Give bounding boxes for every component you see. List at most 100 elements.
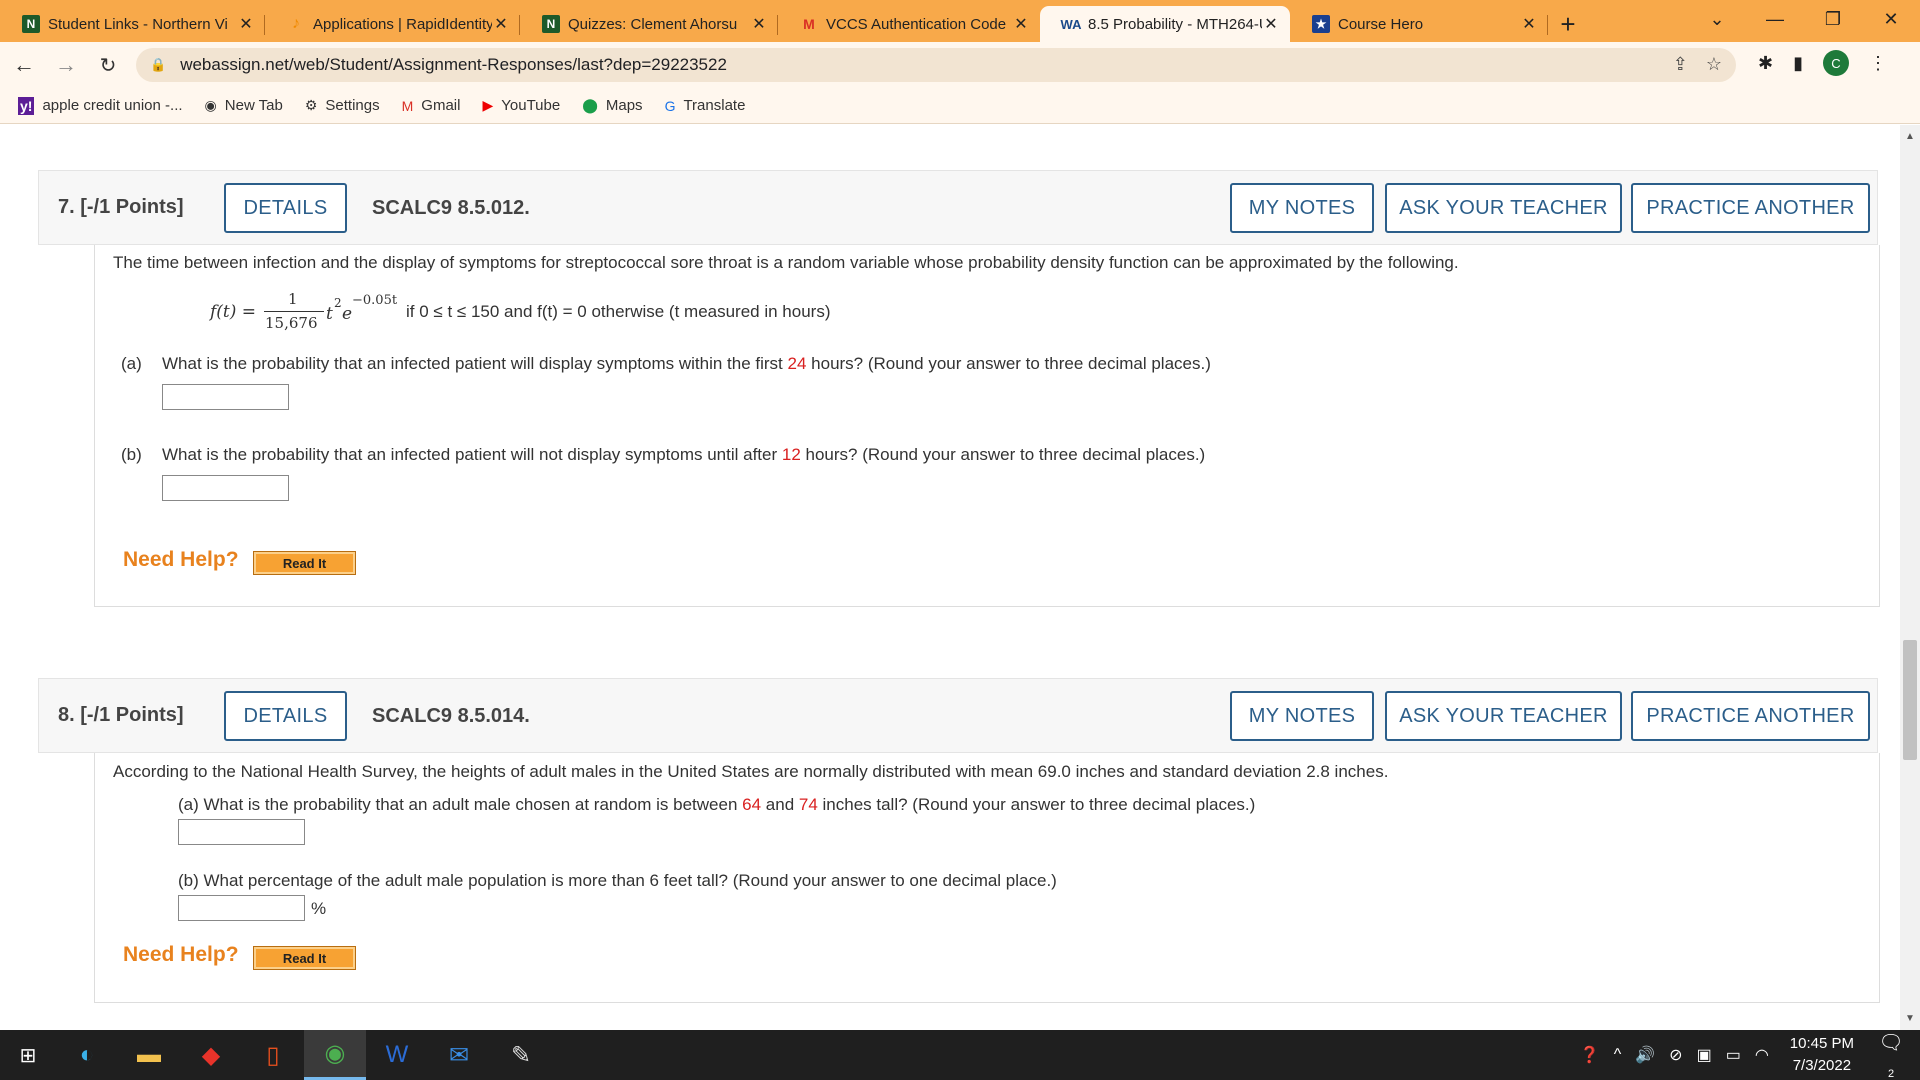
globe-icon: ◉ bbox=[204, 97, 217, 113]
tab-course-hero[interactable]: ★ Course Hero ✕ bbox=[1290, 6, 1548, 42]
clock[interactable]: 10:45 PM 7/3/2022 bbox=[1790, 1033, 1854, 1077]
windows-taskbar: ⊞ ◐ ▬ ◆ ▯ ◉ W ✉ ✎ ❓ ^ 🔊 ⊘ ▣ ▭ ◠ 10:45 PM… bbox=[0, 1030, 1920, 1080]
practice-another-button[interactable]: PRACTICE ANOTHER bbox=[1631, 183, 1870, 233]
bookmarks-bar: y! apple credit union -... ◉ New Tab ⚙ S… bbox=[0, 88, 1920, 124]
url-text[interactable]: webassign.net/web/Student/Assignment-Res… bbox=[180, 55, 727, 75]
bookmark-label: Gmail bbox=[421, 97, 461, 114]
close-icon[interactable]: ✕ bbox=[1262, 14, 1280, 34]
details-button[interactable]: DETAILS bbox=[224, 183, 347, 233]
file-explorer-icon[interactable]: ▬ bbox=[118, 1030, 180, 1080]
assignment-page: 7. [-/1 Points] DETAILS SCALC9 8.5.012. … bbox=[0, 125, 1900, 1030]
part-a-value: 24 bbox=[787, 354, 807, 373]
edge-icon[interactable]: ◐ bbox=[56, 1030, 118, 1080]
windows-start-icon[interactable]: ⊞ bbox=[0, 1030, 56, 1080]
tab-student-links[interactable]: N Student Links - Northern Vi ✕ bbox=[0, 6, 265, 42]
question-7-part-a: What is the probability that an infected… bbox=[162, 354, 1211, 374]
bookmark-gmail[interactable]: M Gmail bbox=[402, 97, 461, 114]
show-hidden-chevron-icon[interactable]: ^ bbox=[1614, 1046, 1622, 1064]
forward-arrow-icon[interactable]: → bbox=[48, 47, 84, 83]
tab-probability-active[interactable]: WA 8.5 Probability - MTH264-U ✕ bbox=[1040, 6, 1290, 42]
tab-title: Student Links - Northern Vi bbox=[48, 15, 228, 33]
back-arrow-icon[interactable]: ← bbox=[6, 47, 42, 83]
clock-time: 10:45 PM bbox=[1789, 1035, 1854, 1052]
display-icon[interactable]: ▣ bbox=[1697, 1045, 1712, 1065]
bookmark-star-icon[interactable]: ☆ bbox=[1706, 54, 1722, 75]
tab-vccs-auth[interactable]: M VCCS Authentication Code ✕ bbox=[778, 6, 1040, 42]
bookmark-label: Settings bbox=[325, 97, 380, 114]
close-icon[interactable]: ✕ bbox=[750, 14, 768, 34]
yahoo-icon: y! bbox=[18, 96, 35, 115]
page-scrollbar[interactable]: ▲ ▼ bbox=[1900, 125, 1920, 1030]
close-icon[interactable]: ✕ bbox=[492, 14, 510, 34]
reload-icon[interactable]: ↻ bbox=[90, 47, 126, 83]
wifi-icon[interactable]: ◠ bbox=[1755, 1045, 1769, 1065]
help-icon[interactable]: ❓ bbox=[1580, 1045, 1600, 1065]
my-notes-button[interactable]: MY NOTES bbox=[1230, 183, 1374, 233]
ask-your-teacher-button[interactable]: ASK YOUR TEACHER bbox=[1385, 691, 1622, 741]
menu-kebab-icon[interactable]: ⋮ bbox=[1869, 53, 1887, 74]
mic-off-icon[interactable]: ⊘ bbox=[1669, 1045, 1682, 1065]
part-a-value-high: 74 bbox=[798, 795, 818, 814]
notification-count: 2 bbox=[1887, 1068, 1895, 1080]
question-7-part-b: What is the probability that an infected… bbox=[162, 445, 1205, 465]
read-it-button[interactable]: Read It bbox=[253, 946, 356, 970]
mail-icon[interactable]: ✉ bbox=[428, 1030, 490, 1080]
paint-icon[interactable]: ✎ bbox=[490, 1030, 552, 1080]
answer-8a-input[interactable] bbox=[178, 819, 305, 845]
word-icon[interactable]: W bbox=[366, 1030, 428, 1080]
ask-your-teacher-button[interactable]: ASK YOUR TEACHER bbox=[1385, 183, 1622, 233]
restore-icon[interactable]: ❐ bbox=[1804, 9, 1862, 30]
close-window-icon[interactable]: ✕ bbox=[1862, 9, 1920, 30]
answer-7b-input[interactable] bbox=[162, 475, 289, 501]
tab-applications[interactable]: ♪ Applications | RapidIdentity ✕ bbox=[265, 6, 520, 42]
tab-title: 8.5 Probability - MTH264-U bbox=[1088, 15, 1262, 33]
rapididentity-favicon-icon: ♪ bbox=[292, 15, 300, 32]
extensions-puzzle-icon[interactable]: ✱ bbox=[1758, 53, 1773, 74]
diamond-app-icon[interactable]: ◆ bbox=[180, 1030, 242, 1080]
minimize-icon[interactable]: — bbox=[1746, 9, 1804, 30]
volume-icon[interactable]: 🔊 bbox=[1635, 1045, 1655, 1065]
tab-quizzes[interactable]: N Quizzes: Clement Ahorsu ✕ bbox=[520, 6, 778, 42]
address-bar[interactable]: 🔒 webassign.net/web/Student/Assignment-R… bbox=[136, 48, 1736, 82]
details-button[interactable]: DETAILS bbox=[224, 691, 347, 741]
bookmark-new-tab[interactable]: ◉ New Tab bbox=[205, 97, 283, 114]
close-icon[interactable]: ✕ bbox=[237, 14, 255, 34]
tab-search-chevron-icon[interactable]: ⌄ bbox=[1688, 9, 1746, 30]
practice-another-button[interactable]: PRACTICE ANOTHER bbox=[1631, 691, 1870, 741]
bookmark-settings[interactable]: ⚙ Settings bbox=[305, 97, 380, 114]
close-icon[interactable]: ✕ bbox=[1012, 14, 1030, 34]
scrollbar-thumb[interactable] bbox=[1903, 640, 1917, 760]
tab-separator bbox=[1547, 15, 1548, 35]
answer-8b-input[interactable] bbox=[178, 895, 305, 921]
chrome-icon[interactable]: ◉ bbox=[304, 1030, 366, 1080]
answer-7a-input[interactable] bbox=[162, 384, 289, 410]
formula-e: e bbox=[342, 304, 353, 324]
part-a-text-end: inches tall? (Round your answer to three… bbox=[817, 795, 1256, 814]
question-8-part-a: (a) What is the probability that an adul… bbox=[178, 795, 1255, 815]
system-tray: ❓ ^ 🔊 ⊘ ▣ ▭ ◠ 10:45 PM 7/3/2022 🗨2 bbox=[1573, 1030, 1920, 1080]
office-icon[interactable]: ▯ bbox=[242, 1030, 304, 1080]
bookmark-apple-credit-union[interactable]: y! apple credit union -... bbox=[18, 96, 183, 115]
new-tab-button[interactable]: + bbox=[1548, 6, 1588, 42]
side-panel-icon[interactable]: ▮ bbox=[1793, 53, 1803, 74]
read-it-button[interactable]: Read It bbox=[253, 551, 356, 575]
profile-avatar[interactable]: C bbox=[1823, 50, 1849, 76]
notification-center-icon[interactable]: 🗨2 bbox=[1876, 1030, 1906, 1080]
scroll-down-arrow-icon[interactable]: ▼ bbox=[1900, 1013, 1920, 1024]
question-number: 7. [-/1 Points] bbox=[58, 196, 184, 218]
scroll-up-arrow-icon[interactable]: ▲ bbox=[1900, 131, 1920, 142]
close-icon[interactable]: ✕ bbox=[1520, 14, 1538, 34]
bookmark-translate[interactable]: G Translate bbox=[665, 97, 746, 114]
question-8-header: 8. [-/1 Points] DETAILS SCALC9 8.5.014. … bbox=[38, 678, 1878, 753]
lock-icon[interactable]: 🔒 bbox=[150, 57, 166, 73]
share-icon[interactable]: ⇪ bbox=[1673, 54, 1688, 75]
bookmark-maps[interactable]: ⬤ Maps bbox=[582, 97, 642, 114]
part-b-text: What is the probability that an infected… bbox=[162, 445, 782, 464]
battery-icon[interactable]: ▭ bbox=[1726, 1045, 1741, 1065]
question-8-part-b: (b) What percentage of the adult male po… bbox=[178, 871, 1057, 890]
my-notes-button[interactable]: MY NOTES bbox=[1230, 691, 1374, 741]
translate-icon: G bbox=[664, 97, 676, 114]
bookmark-youtube[interactable]: ▶ YouTube bbox=[482, 97, 560, 114]
omnibox-actions: ⇪ ☆ bbox=[1673, 54, 1722, 75]
part-a-value-low: 64 bbox=[742, 795, 762, 814]
